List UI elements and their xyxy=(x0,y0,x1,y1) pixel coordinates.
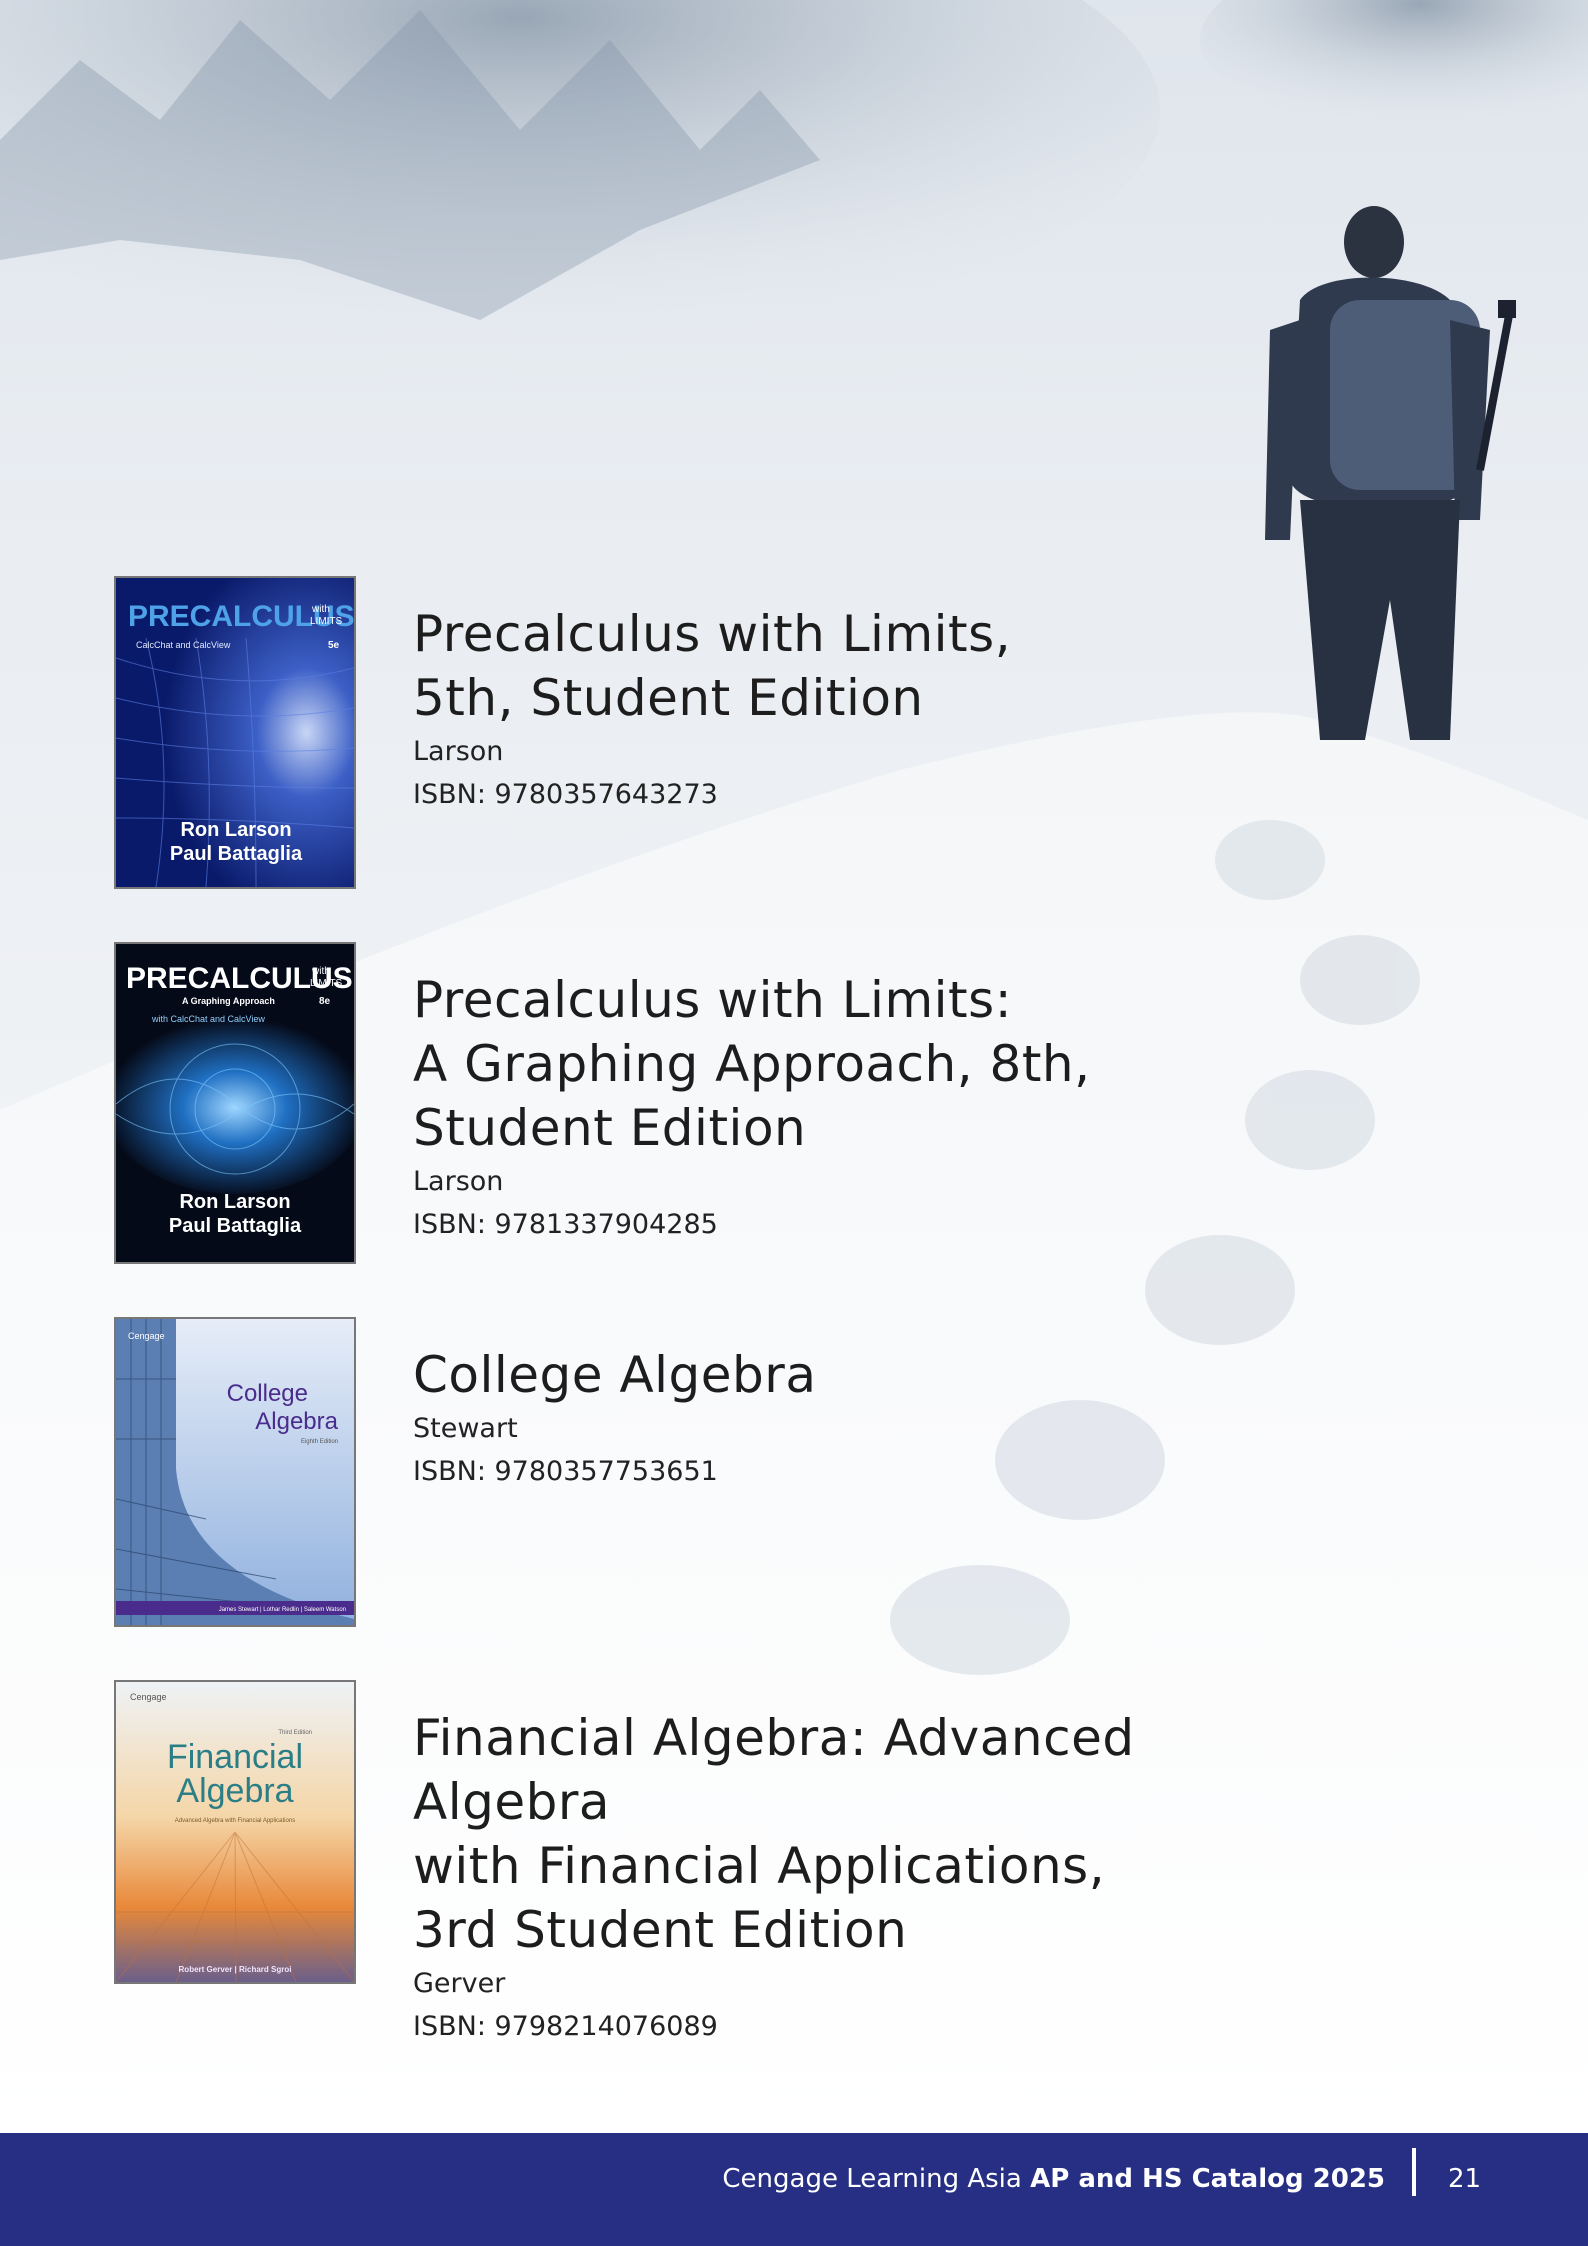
cover-author-2: Paul Battaglia xyxy=(169,1215,302,1237)
book-isbn: ISBN: 9780357753651 xyxy=(413,1456,718,1487)
book-info: Precalculus with Limits, 5th, Student Edi… xyxy=(413,602,1011,816)
cover-limits: LIMITS xyxy=(310,616,343,627)
cover-tagline: with CalcChat and CalcView xyxy=(151,1014,265,1024)
hiker-figure xyxy=(1265,206,1516,740)
cover-subtitle: Advanced Algebra with Financial Applicat… xyxy=(175,1818,295,1824)
cover-authors: James Stewart | Lothar Redlin | Saleem W… xyxy=(219,1607,346,1613)
cover-author-1: Ron Larson xyxy=(180,819,291,841)
footer-catalog-title: AP and HS Catalog 2025 xyxy=(1030,2164,1385,2194)
book-info: Precalculus with Limits: A Graphing Appro… xyxy=(413,968,1091,1246)
book-title: Precalculus with Limits, 5th, Student Edi… xyxy=(413,605,1012,727)
cover-tagline: CalcChat and CalcView xyxy=(136,640,231,650)
book-isbn: ISBN: 9780357643273 xyxy=(413,779,718,810)
cover-title-line1: College xyxy=(227,1380,308,1407)
cover-brand: Cengage xyxy=(130,1692,167,1702)
cover-limits: LIMITS xyxy=(310,978,343,989)
footer-divider xyxy=(1412,2148,1416,2196)
book-cover: Cengage Third Edition Financial Algebra … xyxy=(114,1680,356,1984)
footer-publisher: Cengage Learning Asia xyxy=(722,2164,1031,2194)
book-cover: PRECALCULUS with LIMITS CalcChat and Cal… xyxy=(114,576,356,889)
cover-subtitle: A Graphing Approach xyxy=(182,996,275,1006)
cover-authors: Robert Gerver | Richard Sgroi xyxy=(179,1965,292,1974)
cover-title-line2: Algebra xyxy=(255,1408,338,1435)
book-title: Precalculus with Limits: A Graphing Appro… xyxy=(413,971,1091,1157)
cover-edition: Eighth Edition xyxy=(301,1439,338,1445)
book-info: College Algebra Stewart ISBN: 9780357753… xyxy=(413,1343,816,1493)
cover-edition: 8e xyxy=(319,996,331,1007)
book-isbn: ISBN: 9798214076089 xyxy=(413,2011,718,2042)
cover-title-line1: Financial xyxy=(167,1738,303,1776)
footer-catalog-label: Cengage Learning Asia AP and HS Catalog … xyxy=(722,2164,1385,2194)
cover-with: with xyxy=(311,966,330,977)
book-title: College Algebra xyxy=(413,1346,817,1404)
cover-with: with xyxy=(311,604,330,615)
page-footer: Cengage Learning Asia AP and HS Catalog … xyxy=(0,2133,1588,2246)
book-author: Stewart xyxy=(413,1413,518,1444)
book-info: Financial Algebra: Advanced Algebra with … xyxy=(413,1706,1314,2048)
book-author: Gerver xyxy=(413,1968,506,1999)
book-isbn: ISBN: 9781337904285 xyxy=(413,1209,718,1240)
book-cover: PRECALCULUS with LIMITS A Graphing Appro… xyxy=(114,942,356,1264)
page-number: 21 xyxy=(1448,2164,1482,2194)
cover-brand: Cengage xyxy=(128,1331,165,1341)
book-title: Financial Algebra: Advanced Algebra with … xyxy=(413,1709,1135,1959)
book-author: Larson xyxy=(413,1166,504,1197)
cover-title-line2: Algebra xyxy=(176,1772,293,1810)
cover-author-2: Paul Battaglia xyxy=(170,843,303,865)
book-author: Larson xyxy=(413,736,504,767)
cover-edition: Third Edition xyxy=(278,1730,312,1736)
book-cover: Cengage College Algebra Eighth Edition J… xyxy=(114,1317,356,1627)
cover-author-1: Ron Larson xyxy=(179,1191,290,1213)
cover-edition: 5e xyxy=(328,640,340,651)
